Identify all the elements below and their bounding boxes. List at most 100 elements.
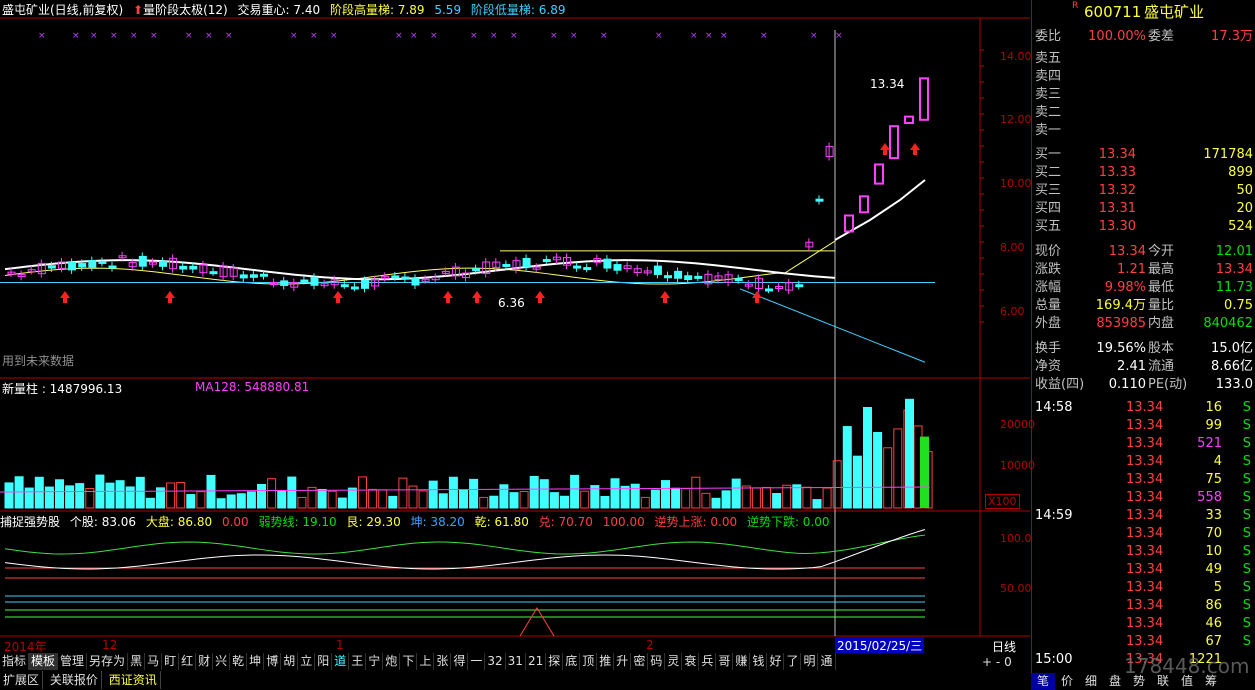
template-tab[interactable]: 张: [434, 653, 452, 670]
template-tab[interactable]: 财: [196, 653, 214, 670]
template-tab[interactable]: 另存为: [87, 653, 129, 670]
tick-row: 13.34 10 S: [1126, 544, 1251, 559]
template-tab[interactable]: 管理: [58, 653, 88, 670]
quote-tab[interactable]: 值: [1175, 673, 1199, 690]
template-tab[interactable]: 底: [563, 653, 581, 670]
template-tab[interactable]: 兵: [699, 653, 717, 670]
price-tick: 12.00: [1000, 113, 1032, 126]
quote-tab[interactable]: 盘: [1103, 673, 1127, 690]
template-tab[interactable]: 32: [485, 653, 506, 670]
template-tab[interactable]: 21: [526, 653, 547, 670]
template-tab[interactable]: 红: [179, 653, 197, 670]
zoom-in-button[interactable]: +: [982, 655, 992, 669]
template-tab[interactable]: 道: [332, 653, 350, 670]
volume-bar: [75, 483, 85, 509]
volume-bar: [782, 484, 792, 509]
indicator-name: ⬆量阶段太极(12): [133, 3, 228, 17]
candle: [664, 275, 672, 279]
template-tab[interactable]: 灵: [665, 653, 683, 670]
bottom-link-news[interactable]: 西证资讯: [106, 671, 161, 689]
marker-x: ×: [490, 31, 498, 41]
volume-bar: [711, 497, 721, 509]
low-price-label: 6.36: [498, 296, 525, 310]
marker-x: ×: [720, 31, 728, 41]
template-tab[interactable]: 明: [801, 653, 819, 670]
volume-bar: [630, 483, 640, 509]
candle: [613, 264, 622, 271]
buy-row: 买五 13.30 524: [1035, 219, 1253, 234]
volume-bar: [257, 484, 266, 509]
template-tab[interactable]: 指标: [0, 653, 30, 670]
zoom-out-button[interactable]: -: [996, 655, 1000, 669]
template-tab[interactable]: 王: [349, 653, 367, 670]
sell-row: 卖四: [1035, 69, 1062, 84]
up-arrow-icon: [443, 291, 453, 303]
template-tab[interactable]: 顶: [580, 653, 598, 670]
template-tab[interactable]: 立: [298, 653, 316, 670]
quote-tab[interactable]: 笔: [1031, 673, 1055, 690]
template-tab[interactable]: 坤: [247, 653, 265, 670]
candle: [179, 265, 188, 270]
volume-ma: MA128: 548880.81: [195, 380, 310, 394]
template-tab[interactable]: 钱: [750, 653, 768, 670]
template-tab[interactable]: 衰: [682, 653, 700, 670]
template-tab[interactable]: 胡: [281, 653, 299, 670]
template-tab[interactable]: 赚: [733, 653, 751, 670]
volume-bar: [145, 497, 155, 509]
candle: [674, 270, 683, 279]
indicator-value: 坤: 38.20: [410, 515, 465, 529]
quote-tab[interactable]: 筹: [1199, 673, 1223, 690]
volume-bar: [358, 476, 367, 509]
marker-x: ×: [330, 31, 338, 41]
template-tab[interactable]: 马: [145, 653, 163, 670]
indicator-tick: 100.0: [1000, 532, 1032, 545]
template-tab[interactable]: 码: [648, 653, 666, 670]
template-tab[interactable]: 一: [468, 653, 486, 670]
quote-tab[interactable]: 细: [1079, 673, 1103, 690]
template-tab[interactable]: 通: [818, 653, 836, 670]
bottom-link-extend[interactable]: 扩展区: [0, 671, 44, 689]
volume-bar: [277, 490, 287, 509]
template-tab[interactable]: 好: [767, 653, 785, 670]
volume-bar: [661, 480, 670, 509]
quote-tab[interactable]: 联: [1151, 673, 1175, 690]
template-tab[interactable]: 盯: [162, 653, 180, 670]
volume-bar: [560, 495, 569, 509]
volume-bar: [822, 487, 832, 509]
stat-row: 涨幅 9.98% 最低 11.73: [1035, 280, 1253, 295]
template-tab[interactable]: 探: [546, 653, 564, 670]
template-tab[interactable]: 炮: [383, 653, 401, 670]
volume-bar: [65, 485, 75, 509]
template-tab[interactable]: 哥: [716, 653, 734, 670]
marker-x: ×: [550, 31, 558, 41]
volume-bar: [852, 455, 862, 509]
quote-tab[interactable]: 势: [1127, 673, 1151, 690]
tick-row: 13.34 4 S: [1126, 454, 1251, 469]
template-tab[interactable]: 下: [400, 653, 418, 670]
template-tab[interactable]: 密: [631, 653, 649, 670]
current-date-label: 2015/02/25/三: [835, 637, 925, 654]
volume-bar: [691, 476, 701, 509]
template-tab[interactable]: 推: [597, 653, 615, 670]
template-tab[interactable]: 了: [784, 653, 802, 670]
template-tab[interactable]: 宁: [366, 653, 384, 670]
bottom-link-related[interactable]: 关联报价: [47, 671, 102, 689]
volume-bar: [529, 475, 539, 509]
template-tab[interactable]: 上: [417, 653, 435, 670]
zoom-reset-button[interactable]: 0: [1004, 655, 1012, 669]
template-tab[interactable]: 阳: [315, 653, 333, 670]
template-tab[interactable]: 得: [451, 653, 469, 670]
volume-bar: [883, 447, 893, 509]
template-tab[interactable]: 博: [264, 653, 282, 670]
stat-row: 换手 19.56% 股本 15.0亿: [1035, 341, 1253, 356]
template-tab[interactable]: 黑: [128, 653, 146, 670]
date-tick: 1: [336, 638, 344, 652]
template-tab[interactable]: 31: [506, 653, 526, 670]
quote-tab[interactable]: 价: [1055, 673, 1079, 690]
template-tab[interactable]: 模板: [29, 653, 59, 670]
template-tab[interactable]: 升: [614, 653, 632, 670]
template-tab[interactable]: 乾: [230, 653, 248, 670]
template-tab[interactable]: 兴: [213, 653, 231, 670]
volume-bar: [863, 407, 872, 509]
candle: [391, 275, 400, 279]
